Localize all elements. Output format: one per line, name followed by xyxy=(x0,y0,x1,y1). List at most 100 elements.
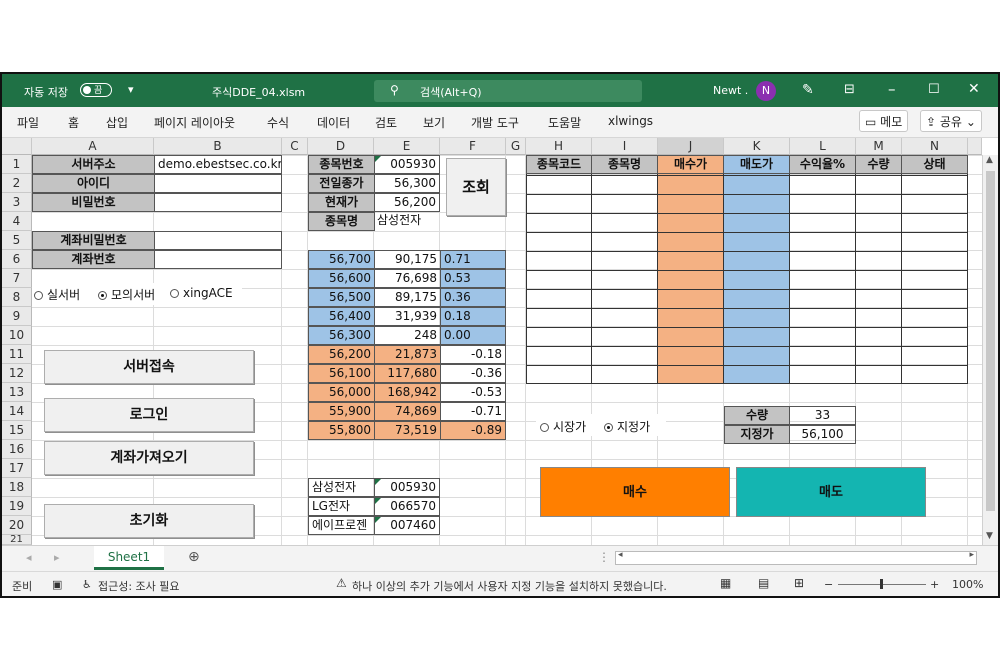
row-header[interactable]: 5 xyxy=(2,231,32,250)
col-header[interactable]: K xyxy=(724,138,790,155)
row-header[interactable]: 15 xyxy=(2,421,32,440)
row-header[interactable]: 7 xyxy=(2,269,32,288)
sell-button[interactable]: 매도 xyxy=(736,467,926,517)
select-all-corner[interactable] xyxy=(2,138,32,155)
row-header[interactable]: 21 xyxy=(2,535,32,545)
server-address-input[interactable]: demo.ebestsec.co.kr xyxy=(154,155,282,174)
autosave-toggle[interactable]: 끔 xyxy=(80,83,112,97)
row-header[interactable]: 14 xyxy=(2,402,32,421)
menu-home[interactable]: 홈 xyxy=(68,114,79,131)
col-header[interactable]: L xyxy=(790,138,856,155)
row-header[interactable]: 13 xyxy=(2,383,32,402)
zoom-slider-thumb[interactable] xyxy=(880,579,883,589)
horizontal-scrollbar[interactable]: ◂ ▸ xyxy=(615,550,977,565)
vertical-scrollbar[interactable]: ▲ ▼ xyxy=(982,155,998,545)
radio-xingace[interactable]: xingACE xyxy=(170,286,233,300)
quick-access-chevron-icon[interactable]: ▾ xyxy=(128,83,134,96)
password-input[interactable] xyxy=(154,193,282,212)
menu-view[interactable]: 보기 xyxy=(423,114,445,131)
sheet-tab[interactable]: Sheet1 xyxy=(94,546,164,570)
ribbon-display-icon[interactable]: ⊟ xyxy=(844,82,855,97)
stock-list-code[interactable]: 066570 xyxy=(374,497,440,516)
accessibility-icon[interactable]: ♿ xyxy=(82,578,92,591)
add-sheet-icon[interactable]: ⊕ xyxy=(188,549,200,565)
get-accounts-button[interactable]: 계좌가져오기 xyxy=(44,441,254,475)
zoom-level[interactable]: 100% xyxy=(952,578,983,591)
row-header[interactable]: 10 xyxy=(2,326,32,345)
page-layout-view-icon[interactable]: ▤ xyxy=(758,576,769,590)
minimize-icon[interactable]: – xyxy=(888,80,896,98)
buy-button[interactable]: 매수 xyxy=(540,467,730,517)
row-header[interactable]: 3 xyxy=(2,193,32,212)
reset-button[interactable]: 초기화 xyxy=(44,504,254,538)
server-connect-button[interactable]: 서버접속 xyxy=(44,350,254,384)
avatar[interactable]: N xyxy=(756,81,776,101)
tab-splitter-icon[interactable]: ⋮ xyxy=(598,550,610,564)
row-header[interactable]: 4 xyxy=(2,212,32,231)
maximize-icon[interactable]: ☐ xyxy=(928,82,940,97)
zoom-in-icon[interactable]: + xyxy=(930,578,939,591)
row-header[interactable]: 17 xyxy=(2,459,32,478)
scroll-left-icon[interactable]: ◂ xyxy=(618,550,623,560)
radio-market-order[interactable]: 시장가 xyxy=(540,418,586,435)
share-button[interactable]: ⇪ 공유 ⌄ xyxy=(920,110,982,132)
login-button[interactable]: 로그인 xyxy=(44,398,254,432)
col-header[interactable]: H xyxy=(526,138,592,155)
query-button[interactable]: 조회 xyxy=(446,158,506,216)
radio-mock-server[interactable]: 모의서버 xyxy=(98,286,155,303)
radio-limit-order[interactable]: 지정가 xyxy=(604,418,650,435)
menu-developer[interactable]: 개발 도구 xyxy=(471,114,519,131)
col-header[interactable]: A xyxy=(32,138,154,155)
menu-data[interactable]: 데이터 xyxy=(317,114,350,131)
stock-list-name[interactable]: LG전자 xyxy=(308,497,375,516)
row-header[interactable]: 2 xyxy=(2,174,32,193)
menu-formulas[interactable]: 수식 xyxy=(267,114,289,131)
col-header[interactable]: D xyxy=(308,138,374,155)
scroll-down-icon[interactable]: ▼ xyxy=(986,531,993,541)
stock-list-code[interactable]: 007460 xyxy=(374,516,440,535)
stock-code-input[interactable]: 005930 xyxy=(374,155,440,174)
row-header[interactable]: 12 xyxy=(2,364,32,383)
pen-icon[interactable]: ✎ xyxy=(802,82,814,98)
zoom-out-icon[interactable]: − xyxy=(824,578,833,591)
row-header[interactable]: 19 xyxy=(2,497,32,516)
col-header[interactable]: J xyxy=(658,138,724,155)
order-qty-input[interactable]: 33 xyxy=(789,406,856,425)
stock-list-name[interactable]: 에이프로젠 xyxy=(308,516,375,535)
macro-record-icon[interactable]: ▣ xyxy=(52,578,62,591)
menu-review[interactable]: 검토 xyxy=(375,114,397,131)
row-header[interactable]: 20 xyxy=(2,516,32,535)
col-header[interactable]: E xyxy=(374,138,440,155)
menu-help[interactable]: 도움말 xyxy=(548,114,581,131)
page-break-view-icon[interactable]: ⊞ xyxy=(794,576,804,590)
search-box[interactable]: ⚲ 검색(Alt+Q) xyxy=(374,80,642,102)
close-icon[interactable]: ✕ xyxy=(968,81,980,97)
row-header[interactable]: 8 xyxy=(2,288,32,307)
menu-insert[interactable]: 삽입 xyxy=(106,114,128,131)
order-price-input[interactable]: 56,100 xyxy=(789,425,856,444)
prev-sheet-icon[interactable]: ◂ xyxy=(26,551,32,564)
scroll-up-icon[interactable]: ▲ xyxy=(986,155,993,165)
row-header[interactable]: 9 xyxy=(2,307,32,326)
next-sheet-icon[interactable]: ▸ xyxy=(54,551,60,564)
col-header[interactable]: N xyxy=(902,138,968,155)
row-header[interactable]: 18 xyxy=(2,478,32,497)
radio-real-server[interactable]: 실서버 xyxy=(34,286,80,303)
row-header[interactable]: 6 xyxy=(2,250,32,269)
row-header[interactable]: 1 xyxy=(2,155,32,174)
col-header[interactable]: F xyxy=(440,138,506,155)
col-header[interactable]: B xyxy=(154,138,282,155)
stock-list-name[interactable]: 삼성전자 xyxy=(308,478,375,497)
scroll-right-icon[interactable]: ▸ xyxy=(969,550,974,560)
normal-view-icon[interactable]: ▦ xyxy=(720,576,731,590)
col-header[interactable]: M xyxy=(856,138,902,155)
memo-button[interactable]: ▭ 메모 xyxy=(859,110,909,132)
account-password-input[interactable] xyxy=(154,231,282,250)
accessibility-status[interactable]: 접근성: 조사 필요 xyxy=(98,578,180,594)
row-header[interactable]: 11 xyxy=(2,345,32,364)
account-number-input[interactable] xyxy=(154,250,282,269)
user-id-input[interactable] xyxy=(154,174,282,193)
menu-xlwings[interactable]: xlwings xyxy=(608,114,653,128)
col-header[interactable]: I xyxy=(592,138,658,155)
scroll-thumb[interactable] xyxy=(986,171,995,511)
